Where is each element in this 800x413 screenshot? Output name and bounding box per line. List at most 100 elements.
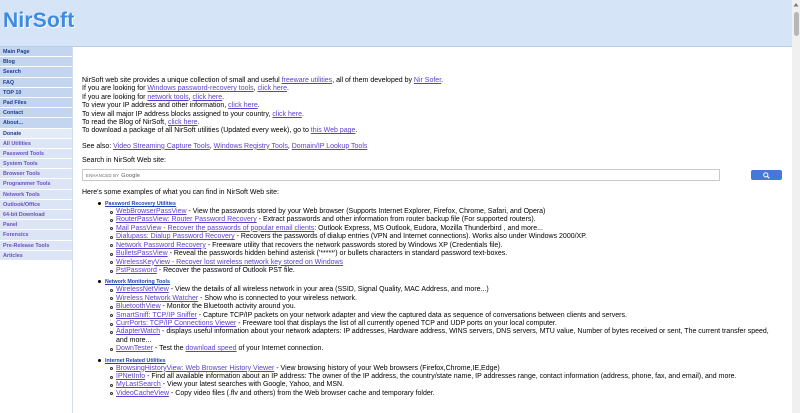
wirelessnetview-link[interactable]: WirelessNetView xyxy=(116,286,169,293)
network-monitoring-section: Network Monitoring Tools WirelessNetView… xyxy=(98,279,782,353)
list-item: WirelessNetView - View the details of al… xyxy=(110,286,782,294)
bulletspassview-link[interactable]: BulletsPassView xyxy=(116,250,168,257)
sidebar-nav: Main Page Blog Search FAQ TOP 10 Pad Files Con… xyxy=(0,47,72,413)
sidebar-item-panel[interactable]: Panel xyxy=(0,220,72,231)
blog-click-here-link[interactable]: click here xyxy=(168,119,198,126)
intro-text: . xyxy=(301,110,304,118)
intro-text: NirSoft web site provides a unique colle… xyxy=(82,77,282,84)
sidebar-item-contact[interactable]: Contact xyxy=(0,108,72,119)
sidebar-item-system-tools[interactable]: System Tools xyxy=(0,159,72,170)
intro-text: , all of them developed by xyxy=(332,77,414,84)
header-divider xyxy=(0,46,800,47)
tool-description: - Test the xyxy=(152,345,186,353)
network-password-recovery-link[interactable]: Network Password Recovery xyxy=(116,242,206,249)
network-monitoring-tools-link[interactable]: Network Monitoring Tools xyxy=(105,279,170,285)
sidebar-divider xyxy=(72,47,73,413)
sidebar-item-faq[interactable]: FAQ xyxy=(0,77,72,88)
sidebar-item-search[interactable]: Search xyxy=(0,67,72,78)
package-download-link[interactable]: this Web page xyxy=(311,127,356,134)
sidebar-item-main-page[interactable]: Main Page xyxy=(0,47,72,58)
sidebar-item-64-bit-download[interactable]: 64-bit Download xyxy=(0,210,72,221)
tool-description: - Recover the password of Outlook PST fi… xyxy=(156,266,295,274)
sidebar-item-network-tools[interactable]: Network Tools xyxy=(0,189,72,200)
scroll-up-arrow-icon[interactable] xyxy=(793,2,799,8)
registry-tools-link[interactable]: Windows Registry Tools xyxy=(214,143,288,150)
circle-bullet-icon xyxy=(110,383,113,387)
ip-blocks-click-here-link[interactable]: click here xyxy=(272,111,302,118)
smartsniff-link[interactable]: SmartSniff: TCP/IP Sniffer xyxy=(116,312,197,319)
intro-line: To download a package of all NirSoft uti… xyxy=(82,127,782,135)
sidebar-item-top-10[interactable]: TOP 10 xyxy=(0,87,72,98)
password-recovery-tools-link[interactable]: Windows password-recovery tools xyxy=(147,85,253,92)
circle-bullet-icon xyxy=(110,269,113,273)
sidebar-item-donate[interactable]: Donate xyxy=(0,128,72,139)
download-speed-link[interactable]: download speed xyxy=(186,345,237,352)
downtester-link[interactable]: DownTester xyxy=(116,345,153,352)
mylastsearch-link[interactable]: MyLastSearch xyxy=(116,381,161,388)
intro-text: To read the Blog of NirSoft, xyxy=(82,119,168,127)
pstpassword-link[interactable]: PstPassword xyxy=(116,267,157,274)
network-tools-link[interactable]: network tools xyxy=(147,94,188,101)
ipnetinfo-link[interactable]: IPNetInfo xyxy=(116,373,145,380)
mailpassview-link[interactable]: Mail PassView - Recover the passwords of… xyxy=(116,225,314,232)
tool-description: - View the passwords stored by your Web … xyxy=(186,208,546,216)
adapterwatch-link[interactable]: AdapterWatch xyxy=(116,328,160,335)
search-enhanced-by: ENHANCED BY Google xyxy=(86,172,140,180)
google-brand-text: Google xyxy=(121,172,141,179)
circle-bullet-icon xyxy=(110,244,113,248)
section-title: Password Recovery Utilities xyxy=(98,201,782,208)
browsinghistoryview-link[interactable]: BrowsingHistoryView: Web Browser History… xyxy=(116,365,274,372)
sidebar-item-outlook-office[interactable]: Outlook/Office xyxy=(0,199,72,210)
list-item: BulletsPassView - Reveal the passwords h… xyxy=(110,250,782,258)
password-recovery-utilities-link[interactable]: Password Recovery Utilities xyxy=(105,201,176,207)
scrollbar-thumb[interactable] xyxy=(793,12,799,36)
bluetoothview-link[interactable]: BluetoothView xyxy=(116,303,161,310)
nirsoft-logo[interactable]: NirSoft xyxy=(3,9,74,33)
dialupass-link[interactable]: Dialupass: Dialup Password Recovery xyxy=(116,233,235,240)
list-item: Mail PassView - Recover the passwords of… xyxy=(110,225,782,233)
password-click-here-link[interactable]: click here xyxy=(257,85,287,92)
webbrowserpassview-link[interactable]: WebBrowserPassView xyxy=(116,208,187,215)
intro-text: . xyxy=(222,93,225,101)
tool-description: - Capture TCP/IP packets on your network… xyxy=(196,311,627,319)
sidebar-item-browser-tools[interactable]: Browser Tools xyxy=(0,169,72,180)
circle-bullet-icon xyxy=(110,330,113,334)
intro-text: To view all major IP address blocks assi… xyxy=(82,110,273,118)
bullet-icon xyxy=(98,358,101,362)
sidebar-item-about[interactable]: About... xyxy=(0,118,72,129)
domain-ip-lookup-tools-link[interactable]: Domain/IP Lookup Tools xyxy=(292,143,368,150)
currports-link[interactable]: CurrPorts: TCP/IP Connections Viewer xyxy=(116,320,236,327)
enhanced-by-text: ENHANCED BY xyxy=(86,172,120,178)
search-input[interactable]: ENHANCED BY Google xyxy=(82,168,720,181)
intro-line: To view all major IP address blocks assi… xyxy=(82,111,782,119)
circle-bullet-icon xyxy=(110,261,113,265)
wireless-network-watcher-link[interactable]: Wireless Network Watcher xyxy=(116,295,198,302)
videocacheview-link[interactable]: VideoCacheView xyxy=(116,390,169,397)
intro-line: NirSoft web site provides a unique colle… xyxy=(82,77,782,85)
sidebar-item-pre-release-tools[interactable]: Pre-Release Tools xyxy=(0,240,72,251)
internet-related-utilities-link[interactable]: Internet Related Utilities xyxy=(105,358,166,364)
freeware-utilities-link[interactable]: freeware utilities xyxy=(282,77,333,84)
ip-info-click-here-link[interactable]: click here xyxy=(228,102,258,109)
intro-text: To download a package of all NirSoft uti… xyxy=(82,127,311,135)
nir-sofer-link[interactable]: Nir Sofer xyxy=(414,77,441,84)
video-streaming-tools-link[interactable]: Video Streaming Capture Tools xyxy=(113,143,210,150)
sidebar-item-programmer-tools[interactable]: Programmer Tools xyxy=(0,179,72,190)
search-button[interactable] xyxy=(751,169,782,180)
sidebar-item-password-tools[interactable]: Password Tools xyxy=(0,148,72,160)
tool-description: - Show who is connected to your wireless… xyxy=(198,294,357,302)
sidebar-item-articles[interactable]: Articles xyxy=(0,250,72,261)
circle-bullet-icon xyxy=(110,210,113,214)
list-item: WirelessKeyView - Recover lost wireless … xyxy=(110,259,782,267)
circle-bullet-icon xyxy=(110,375,113,379)
sidebar-item-all-utilities[interactable]: All Utilities xyxy=(0,138,72,149)
wirelesskeyview-link[interactable]: WirelessKeyView - Recover lost wireless … xyxy=(116,259,343,266)
sidebar-item-blog[interactable]: Blog xyxy=(0,57,72,68)
network-click-here-link[interactable]: click here xyxy=(193,94,223,101)
vertical-scrollbar[interactable] xyxy=(792,0,800,413)
routerpassview-link[interactable]: RouterPassView: Router Password Recovery xyxy=(116,216,257,223)
list-item: Network Password Recovery - Freeware uti… xyxy=(110,242,782,250)
sidebar-item-forensics[interactable]: Forensics xyxy=(0,230,72,241)
sidebar-item-pad-files[interactable]: Pad Files xyxy=(0,97,72,109)
